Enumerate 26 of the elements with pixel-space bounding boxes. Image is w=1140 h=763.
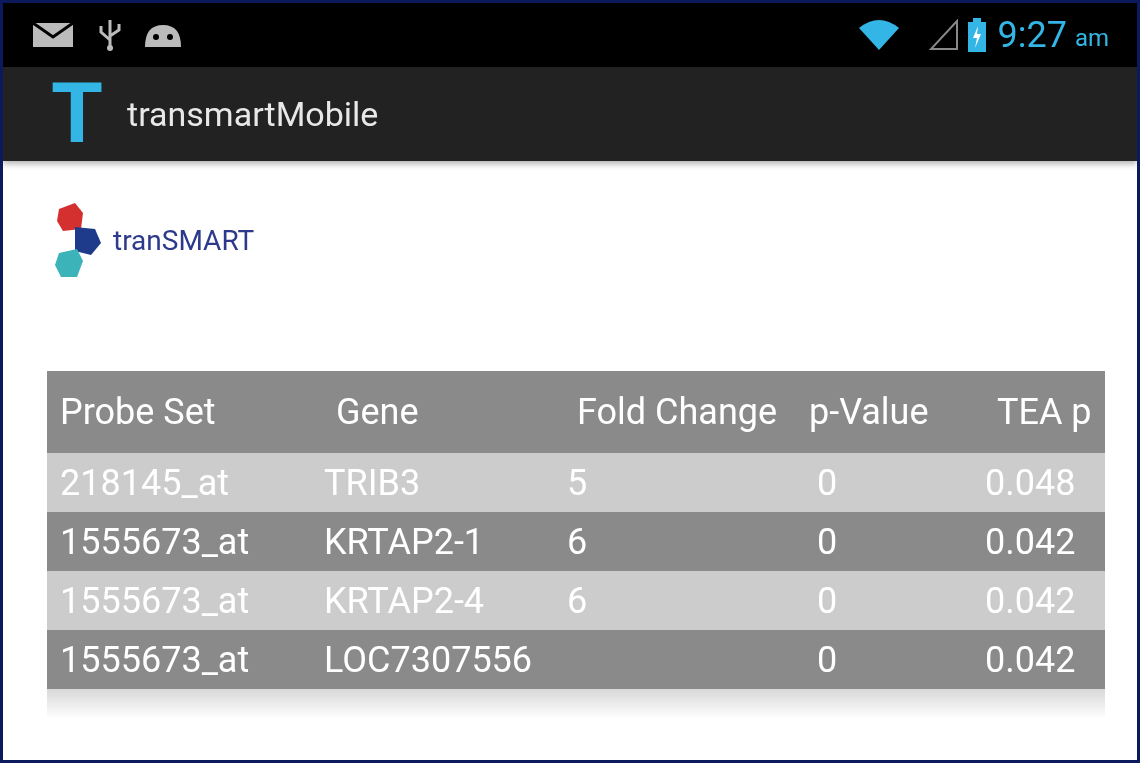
battery-icon: [967, 18, 988, 52]
table-cell-text: 1555673_at: [59, 637, 251, 683]
column-header: Fold Change: [576, 390, 779, 435]
app-logo: T: [51, 72, 104, 156]
table-cell-text: 0: [816, 519, 839, 565]
table-row[interactable]: 1555673_at LOC7307556 0 0.042: [47, 630, 1105, 689]
table-cell-text: KRTAP2-1: [323, 519, 486, 565]
wifi-icon: [857, 18, 902, 52]
column-header: Probe Set: [59, 390, 217, 435]
table-row[interactable]: 1555673_at KRTAP2-1 6 0 0.042: [47, 512, 1105, 571]
mail-icon: [31, 21, 75, 49]
signal-icon: [929, 19, 960, 51]
usb-icon: [97, 18, 123, 52]
column-header: Gene: [335, 390, 420, 435]
clock-time: 9:27: [997, 17, 1067, 53]
column-header: TEA p: [996, 390, 1093, 435]
table-cell-text: 1555673_at: [59, 519, 251, 565]
column-header: p-Value: [808, 390, 930, 435]
clock-ampm: am: [1074, 26, 1109, 50]
app-title: transmartMobile: [127, 92, 379, 136]
table-cell-text: 6: [566, 519, 589, 565]
table-cell-text: 0.042: [984, 637, 1077, 683]
table-cell-text: 0.042: [984, 519, 1077, 565]
table-cell-text: LOC7307556: [323, 637, 534, 683]
brand-name: tranSMART: [113, 223, 255, 259]
table-cell-text: 0: [816, 637, 839, 683]
